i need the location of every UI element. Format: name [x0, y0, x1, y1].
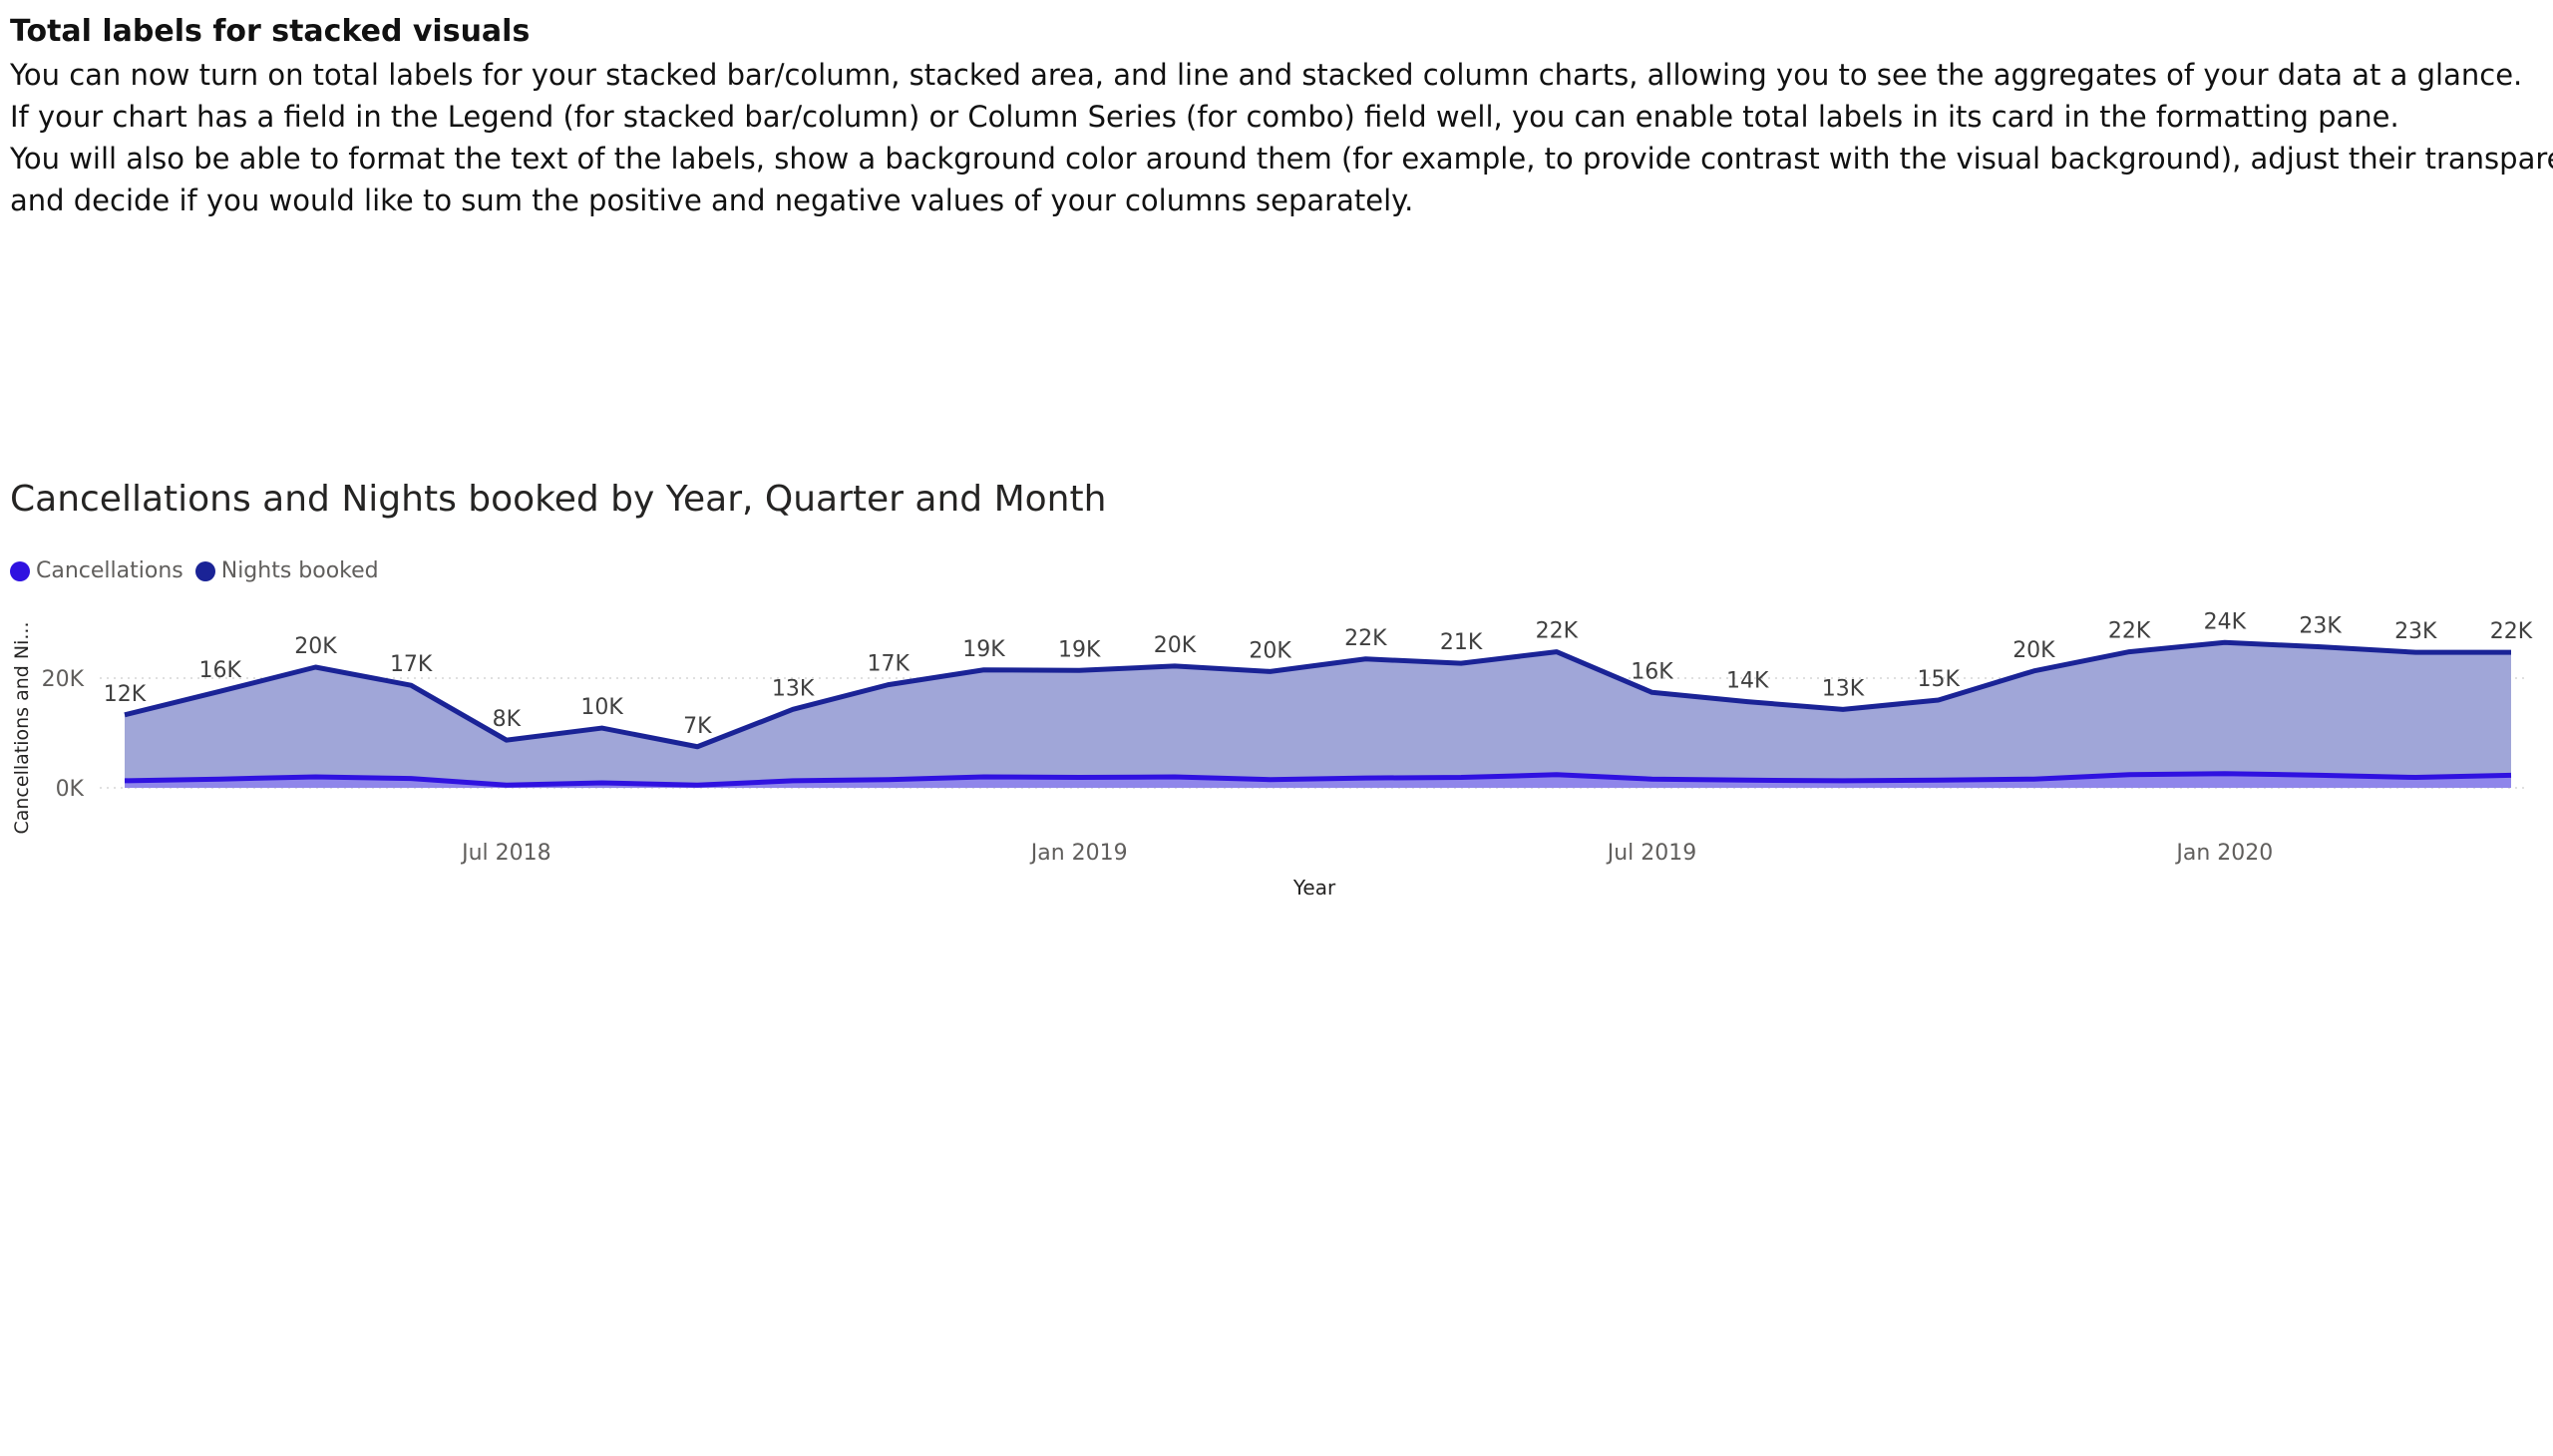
total-label: 24K — [2204, 609, 2247, 634]
total-label: 17K — [868, 652, 911, 677]
total-label: 22K — [1344, 626, 1387, 651]
x-axis-title: Year — [1292, 876, 1336, 900]
paragraph-line: and decide if you would like to sum the … — [10, 183, 1414, 217]
total-label: 20K — [294, 634, 337, 659]
y-tick-label: 20K — [42, 667, 85, 692]
paragraph-line: If your chart has a field in the Legend … — [10, 100, 2399, 134]
x-tick-label: Jan 2020 — [2174, 841, 2273, 866]
total-label: 20K — [1249, 638, 1291, 663]
paragraph-line: You will also be able to format the text… — [10, 142, 2553, 176]
total-label: 16K — [1631, 659, 1673, 684]
total-label: 10K — [580, 695, 623, 720]
total-label: 20K — [1154, 633, 1197, 658]
total-label: 15K — [1917, 667, 1960, 692]
total-label: 22K — [2490, 619, 2533, 644]
total-label: 23K — [2299, 614, 2342, 639]
y-tick-label: 0K — [56, 777, 85, 802]
total-label: 13K — [772, 676, 815, 701]
area-chart-visual[interactable]: Cancellations and Nights booked by Year,… — [0, 479, 2553, 927]
total-label: 22K — [2108, 619, 2151, 644]
total-label: 23K — [2394, 619, 2437, 644]
total-label: 21K — [1440, 630, 1483, 655]
section-heading: Total labels for stacked visuals — [10, 14, 531, 49]
total-label: 19K — [1058, 637, 1101, 662]
total-label: 20K — [2012, 638, 2055, 663]
total-label: 13K — [1822, 676, 1865, 701]
x-tick-label: Jan 2019 — [1029, 841, 1128, 866]
total-label: 12K — [104, 682, 147, 707]
total-label: 16K — [199, 658, 242, 683]
total-label: 22K — [1536, 619, 1579, 644]
total-label: 14K — [1726, 669, 1769, 694]
total-label: 8K — [493, 707, 522, 732]
x-tick-label: Jul 2018 — [460, 841, 551, 866]
total-label: 19K — [962, 637, 1005, 662]
release-note-text: Total labels for stacked visuals You can… — [10, 10, 2553, 221]
total-label: 7K — [683, 714, 712, 739]
chart-plot: 0K 20K Cancellations and Ni... 12K 16K 20K 17K… — [11, 609, 2533, 900]
y-axis-title: Cancellations and Ni... — [11, 621, 33, 834]
paragraph-line: You can now turn on total labels for you… — [10, 58, 2523, 92]
total-label: 17K — [390, 652, 433, 677]
x-tick-label: Jul 2019 — [1606, 841, 1697, 866]
